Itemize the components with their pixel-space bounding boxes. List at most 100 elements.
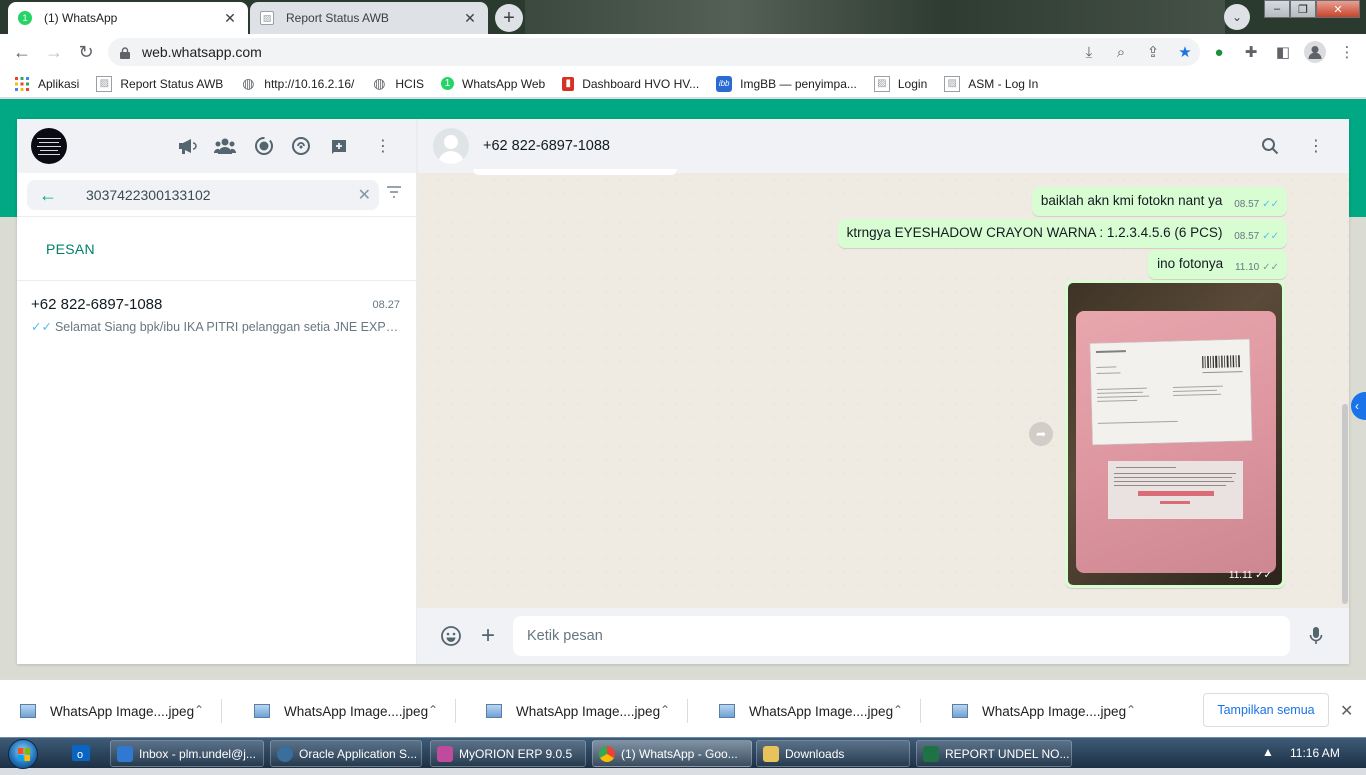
- download-item[interactable]: WhatsApp Image....jpeg ⌃: [466, 693, 688, 729]
- taskbar-item-myorion[interactable]: MyORION ERP 9.0.5: [430, 740, 586, 767]
- profile-avatar[interactable]: [31, 128, 67, 164]
- close-window-button[interactable]: ✕: [1316, 0, 1360, 18]
- taskbar-item-chrome[interactable]: (1) WhatsApp - Goo...: [592, 740, 752, 767]
- image-file-icon: [719, 704, 735, 718]
- whatsapp-web-page: ⋮ ← 3037422300133102 ✕ PESAN +62 822-689…: [0, 99, 1366, 679]
- tab-title: Report Status AWB: [286, 11, 389, 25]
- sidebar-header: ⋮: [17, 119, 416, 173]
- bookmark-login[interactable]: ▨ Login: [873, 75, 928, 92]
- search-value: 3037422300133102: [86, 187, 211, 203]
- communities-icon[interactable]: [213, 134, 237, 158]
- outlook-pinned-icon[interactable]: o: [68, 741, 94, 765]
- globe-icon: ◍: [373, 75, 386, 91]
- task-label: Downloads: [785, 746, 845, 761]
- system-clock[interactable]: 11:16 AM: [1290, 746, 1340, 760]
- download-item[interactable]: WhatsApp Image....jpeg ⌃: [932, 693, 1154, 729]
- chevron-up-icon[interactable]: ⌃: [660, 703, 670, 717]
- filter-icon[interactable]: [386, 185, 406, 205]
- close-tab-icon[interactable]: ✕: [222, 10, 238, 26]
- double-check-icon: ✓✓: [1262, 262, 1279, 273]
- chat-search-result[interactable]: +62 822-6897-1088 08.27 ✓✓ Selamat Siang …: [17, 281, 416, 339]
- bookmark-hcis[interactable]: ◍ HCIS: [371, 75, 424, 92]
- tray-expand-icon[interactable]: ▲: [1262, 745, 1274, 759]
- search-icon[interactable]: [1258, 134, 1282, 158]
- download-item[interactable]: WhatsApp Image....jpeg ⌃: [699, 693, 921, 729]
- megaphone-icon[interactable]: [175, 134, 199, 158]
- show-all-downloads-button[interactable]: Tampilkan semua: [1203, 693, 1329, 727]
- extensions-puzzle-icon[interactable]: ✚: [1240, 38, 1262, 66]
- search-input[interactable]: ← 3037422300133102 ✕: [27, 180, 379, 210]
- task-label: REPORT UNDEL NO...: [945, 746, 1070, 761]
- whatsapp-icon: 1: [441, 77, 455, 90]
- emoji-icon[interactable]: [439, 624, 463, 648]
- status-icon[interactable]: [252, 134, 276, 158]
- bookmark-label: ImgBB — penyimpa...: [740, 76, 857, 91]
- bookmark-whatsapp-web[interactable]: 1 WhatsApp Web: [441, 77, 545, 91]
- bookmark-report-status-awb[interactable]: ▨ Report Status AWB: [96, 75, 223, 92]
- message-composer: +: [417, 608, 1349, 664]
- bookmark-label: Login: [897, 76, 928, 91]
- tab-search-button[interactable]: ⌄: [1224, 4, 1250, 30]
- menu-dots-icon[interactable]: ⋮: [371, 134, 395, 158]
- clear-search-icon[interactable]: ✕: [358, 185, 371, 205]
- microphone-icon[interactable]: [1304, 624, 1328, 648]
- tab-whatsapp[interactable]: 1 (1) WhatsApp ✕: [8, 2, 248, 34]
- profile-avatar-icon[interactable]: [1304, 38, 1326, 66]
- back-arrow-icon[interactable]: ←: [10, 40, 34, 64]
- start-button[interactable]: [8, 739, 38, 769]
- share-icon[interactable]: ⇪: [1142, 38, 1164, 66]
- bookmark-dashboard-hvo[interactable]: ▮ Dashboard HVO HV...: [562, 76, 699, 91]
- package-photo[interactable]: 11.11 ✓✓: [1068, 283, 1282, 585]
- forward-icon[interactable]: ➦: [1029, 422, 1053, 446]
- download-item[interactable]: WhatsApp Image....jpeg ⌃: [234, 693, 456, 729]
- bookmark-aplikasi[interactable]: Aplikasi: [14, 76, 79, 92]
- scrollbar-thumb[interactable]: [1342, 404, 1348, 604]
- chevron-up-icon[interactable]: ⌃: [194, 703, 204, 717]
- chevron-up-icon[interactable]: ⌃: [893, 703, 903, 717]
- tab-report-status-awb[interactable]: ▨ Report Status AWB ✕: [250, 2, 488, 34]
- contact-avatar[interactable]: [433, 128, 469, 164]
- chat-snippet: Selamat Siang bpk/ibu IKA PITRI pelangga…: [54, 320, 401, 334]
- new-tab-button[interactable]: +: [495, 4, 523, 32]
- outgoing-message: ktrngya EYESHADOW CRAYON WARNA : 1.2.3.4…: [837, 219, 1287, 248]
- taskbar-item-oracle[interactable]: Oracle Application S...: [270, 740, 422, 767]
- chrome-menu-icon[interactable]: ⋮: [1336, 38, 1358, 66]
- maximize-button[interactable]: ❐: [1290, 0, 1316, 18]
- bookmark-star-icon[interactable]: ★: [1174, 38, 1196, 66]
- taskbar-item-outlook[interactable]: Inbox - plm.undel@j...: [110, 740, 264, 767]
- attach-plus-icon[interactable]: +: [476, 622, 500, 649]
- bookmark-asm-login[interactable]: ▨ ASM - Log In: [944, 75, 1038, 92]
- install-app-icon[interactable]: ⤓: [1078, 38, 1100, 66]
- taskbar-item-excel[interactable]: REPORT UNDEL NO...: [916, 740, 1072, 767]
- chat-name: +62 822-6897-1088: [31, 296, 163, 313]
- message-text: ino fotonya: [1157, 256, 1224, 271]
- image-message[interactable]: 11.11 ✓✓: [1065, 280, 1285, 588]
- close-tab-icon[interactable]: ✕: [462, 10, 478, 26]
- side-panel-icon[interactable]: ◧: [1272, 38, 1294, 66]
- new-chat-icon[interactable]: [327, 134, 351, 158]
- zoom-icon[interactable]: ⌕: [1110, 38, 1132, 66]
- chevron-up-icon[interactable]: ⌃: [428, 703, 438, 717]
- chat-snippet-row: ✓✓ Selamat Siang bpk/ibu IKA PITRI pelang…: [31, 319, 401, 334]
- download-item[interactable]: WhatsApp Image....jpeg ⌃: [0, 693, 222, 729]
- bookmark-imgbb[interactable]: ibb ImgBB — penyimpa...: [716, 75, 857, 92]
- image-file-icon: [486, 704, 502, 718]
- contact-name[interactable]: +62 822-6897-1088: [483, 138, 610, 154]
- taskbar-item-downloads[interactable]: Downloads: [756, 740, 910, 767]
- address-bar[interactable]: web.whatsapp.com: [108, 38, 1200, 66]
- chevron-up-icon[interactable]: ⌃: [1126, 703, 1136, 717]
- chat-list-pane: ⋮ ← 3037422300133102 ✕ PESAN +62 822-689…: [17, 119, 417, 664]
- bookmark-ip-address[interactable]: ◍ http://10.16.2.16/: [240, 75, 354, 92]
- message-text: ktrngya EYESHADOW CRAYON WARNA : 1.2.3.4…: [846, 225, 1223, 240]
- whatsapp-extension-icon[interactable]: ●: [1208, 38, 1230, 66]
- minimize-button[interactable]: –: [1264, 0, 1290, 18]
- back-arrow-icon[interactable]: ←: [39, 185, 57, 206]
- message-input[interactable]: [513, 616, 1290, 656]
- channels-icon[interactable]: [289, 134, 313, 158]
- tab-title: (1) WhatsApp: [44, 11, 118, 25]
- side-extension-tab[interactable]: ‹: [1351, 392, 1366, 420]
- forward-arrow-icon[interactable]: →: [42, 40, 66, 64]
- reload-icon[interactable]: ↻: [74, 40, 98, 64]
- menu-dots-icon[interactable]: ⋮: [1304, 134, 1328, 158]
- close-icon[interactable]: ✕: [1340, 701, 1353, 721]
